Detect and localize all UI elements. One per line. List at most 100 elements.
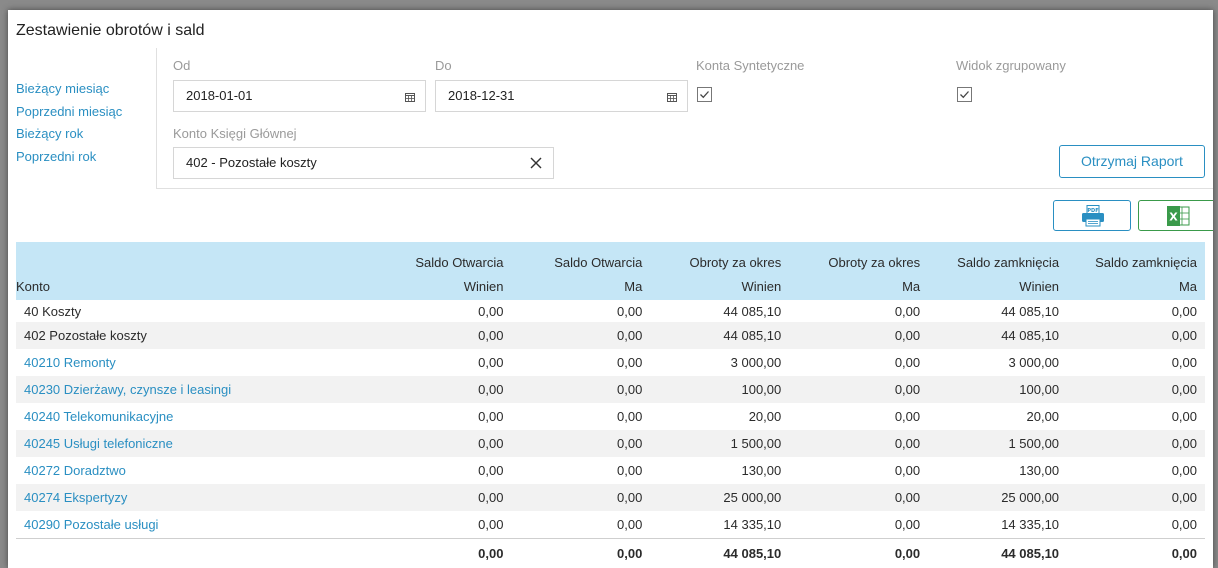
account-name-cell[interactable]: 40240 Telekomunikacyjne bbox=[16, 403, 373, 430]
account-name-cell[interactable]: 40274 Ekspertyzy bbox=[16, 484, 373, 511]
page-title: Zestawienie obrotów i sald bbox=[16, 22, 205, 39]
value-cell: 0,00 bbox=[478, 303, 504, 319]
table-row: 402 Pozostałe koszty 0,00 0,00 44 085,10 0,0… bbox=[16, 322, 1205, 349]
value-cell: 130,00 bbox=[741, 463, 782, 478]
from-label: Od bbox=[173, 58, 191, 73]
value-cell: 20,00 bbox=[748, 409, 782, 424]
value-cell: 0,00 bbox=[372, 322, 512, 349]
value-cell: 0,00 bbox=[511, 322, 651, 349]
account-value: 402 - Pozostałe koszty bbox=[186, 155, 317, 170]
value-cell: 0,00 bbox=[789, 430, 929, 457]
value-cell: 0,00 bbox=[1067, 430, 1205, 457]
account-name-cell: 402 Pozostałe koszty bbox=[16, 322, 373, 349]
to-date-field[interactable]: 2018-12-31 bbox=[435, 80, 688, 112]
synthetic-accounts-checkbox[interactable] bbox=[697, 87, 712, 102]
table-header-row-top: Saldo Otwarcia Saldo Otwarcia Obroty za … bbox=[16, 242, 1205, 270]
value-cell: 25 000,00 bbox=[928, 484, 1068, 511]
column-header-closing-debit[interactable]: Saldo zamknięcia bbox=[928, 242, 1068, 270]
total-value: 0,00 bbox=[511, 537, 651, 568]
link-current-year[interactable]: Bieżący rok bbox=[16, 123, 156, 146]
value-cell: 0,00 bbox=[894, 409, 921, 424]
value-cell: 14 335,10 bbox=[723, 516, 782, 532]
value-cell: 44 085,10 bbox=[723, 303, 782, 319]
account-name-cell[interactable]: 40230 Dzierżawy, czynsze i leasingi bbox=[16, 376, 373, 403]
value-cell: 0,00 bbox=[478, 409, 504, 424]
filters-divider-vertical bbox=[156, 48, 157, 188]
column-header-opening-debit[interactable]: Saldo Otwarcia bbox=[372, 242, 512, 270]
table-row[interactable]: 40210 Remonty 0,00 0,00 3 000,00 0,00 3 000,0… bbox=[16, 349, 1205, 376]
value-cell: 0,00 bbox=[617, 303, 643, 319]
column-header bbox=[16, 242, 373, 270]
column-subheader: Ma bbox=[1067, 270, 1205, 300]
value-cell: 130,00 bbox=[1019, 463, 1060, 478]
total-value: 0,00 bbox=[1067, 537, 1205, 568]
print-pdf-button[interactable]: PDF bbox=[1053, 200, 1131, 231]
value-cell: 0,00 bbox=[1171, 516, 1197, 532]
link-previous-year[interactable]: Poprzedni rok bbox=[16, 146, 156, 169]
column-header-turnover-debit[interactable]: Obroty za okres bbox=[650, 242, 790, 270]
value-cell: 0,00 bbox=[894, 303, 921, 319]
export-excel-button[interactable]: X bbox=[1138, 200, 1213, 231]
svg-text:X: X bbox=[1169, 211, 1178, 224]
account-name-cell[interactable]: 40245 Usługi telefoniczne bbox=[16, 430, 373, 457]
table-row[interactable]: 40274 Ekspertyzy 0,00 0,00 25 000,00 0,00 25 … bbox=[16, 484, 1205, 511]
value-cell: 0,00 bbox=[1067, 376, 1205, 403]
clear-icon[interactable] bbox=[529, 156, 543, 170]
table-row[interactable]: 40290 Pozostałe usługi 0,00 0,00 14 335,10 0… bbox=[16, 511, 1205, 538]
value-cell: 0,00 bbox=[1067, 322, 1205, 349]
value-cell: 0,00 bbox=[478, 516, 504, 532]
value-cell: 0,00 bbox=[1067, 484, 1205, 511]
total-value: 0,00 bbox=[372, 537, 512, 568]
calendar-icon[interactable] bbox=[405, 92, 415, 102]
value-cell: 100,00 bbox=[928, 376, 1068, 403]
value-cell: 0,00 bbox=[478, 463, 504, 478]
totals-label bbox=[16, 537, 373, 568]
table-row[interactable]: 40245 Usługi telefoniczne 0,00 0,00 1 500,0… bbox=[16, 430, 1205, 457]
value-cell: 0,00 bbox=[894, 463, 921, 478]
column-subheader: Ma bbox=[511, 270, 651, 300]
total-value: 44 085,10 bbox=[650, 537, 790, 568]
value-cell: 0,00 bbox=[511, 484, 651, 511]
value-cell: 0,00 bbox=[789, 322, 929, 349]
table-row[interactable]: 40240 Telekomunikacyjne 0,00 0,00 20,00 0,00… bbox=[16, 403, 1205, 430]
value-cell: 1 500,00 bbox=[928, 430, 1068, 457]
value-cell: 0,00 bbox=[511, 376, 651, 403]
account-select[interactable]: 402 - Pozostałe koszty bbox=[173, 147, 554, 179]
table-row: 40 Koszty 0,00 0,00 44 085,10 0,00 44 085,10 0… bbox=[16, 300, 1205, 322]
link-previous-month[interactable]: Poprzedni miesiąc bbox=[16, 101, 156, 124]
column-header-turnover-credit[interactable]: Obroty za okres bbox=[789, 242, 929, 270]
value-cell: 0,00 bbox=[372, 484, 512, 511]
totals-row: 0,00 0,00 44 085,10 0,00 44 085,10 0,00 bbox=[16, 537, 1205, 568]
get-report-button[interactable]: Otrzymaj Raport bbox=[1059, 145, 1205, 178]
account-name-cell: 40 Koszty bbox=[24, 303, 82, 319]
account-name-cell[interactable]: 40290 Pozostałe usługi bbox=[16, 511, 373, 538]
link-current-month[interactable]: Bieżący miesiąc bbox=[16, 78, 156, 101]
table-header-row-bottom: Konto Winien Ma Winien Ma Winien Ma bbox=[16, 270, 1205, 300]
table-row[interactable]: 40230 Dzierżawy, czynsze i leasingi 0,00 0… bbox=[16, 376, 1205, 403]
from-date-field[interactable]: 2018-01-01 bbox=[173, 80, 426, 112]
value-cell: 0,00 bbox=[1171, 463, 1197, 478]
account-label: Konto Księgi Głównej bbox=[173, 126, 297, 141]
column-header-opening-credit[interactable]: Saldo Otwarcia bbox=[511, 242, 651, 270]
value-cell: 3 000,00 bbox=[730, 355, 782, 370]
value-cell: 0,00 bbox=[372, 430, 512, 457]
filters-divider-horizontal bbox=[156, 188, 1213, 189]
quick-date-links: Bieżący miesiąc Poprzedni miesiąc Bieżąc… bbox=[16, 78, 156, 168]
value-cell: 0,00 bbox=[478, 355, 504, 370]
grouped-view-checkbox[interactable] bbox=[957, 87, 972, 102]
column-subheader: Winien bbox=[928, 270, 1068, 300]
to-label: Do bbox=[435, 58, 452, 73]
calendar-icon[interactable] bbox=[667, 92, 677, 102]
value-cell: 3 000,00 bbox=[1008, 355, 1060, 370]
table-row[interactable]: 40272 Doradztwo 0,00 0,00 130,00 0,00 130,00 0… bbox=[16, 457, 1205, 484]
account-name-cell[interactable]: 40210 Remonty bbox=[16, 349, 373, 376]
column-subheader: Winien bbox=[372, 270, 512, 300]
value-cell: 0,00 bbox=[1171, 303, 1197, 319]
column-header-closing-credit[interactable]: Saldo zamknięcia bbox=[1067, 242, 1205, 270]
column-header-account[interactable]: Konto bbox=[16, 270, 373, 300]
to-date-value: 2018-12-31 bbox=[448, 88, 515, 103]
account-name-cell[interactable]: 40272 Doradztwo bbox=[16, 457, 373, 484]
value-cell: 44 085,10 bbox=[1001, 303, 1060, 319]
checkmark-icon bbox=[700, 91, 709, 99]
column-subheader: Winien bbox=[650, 270, 790, 300]
